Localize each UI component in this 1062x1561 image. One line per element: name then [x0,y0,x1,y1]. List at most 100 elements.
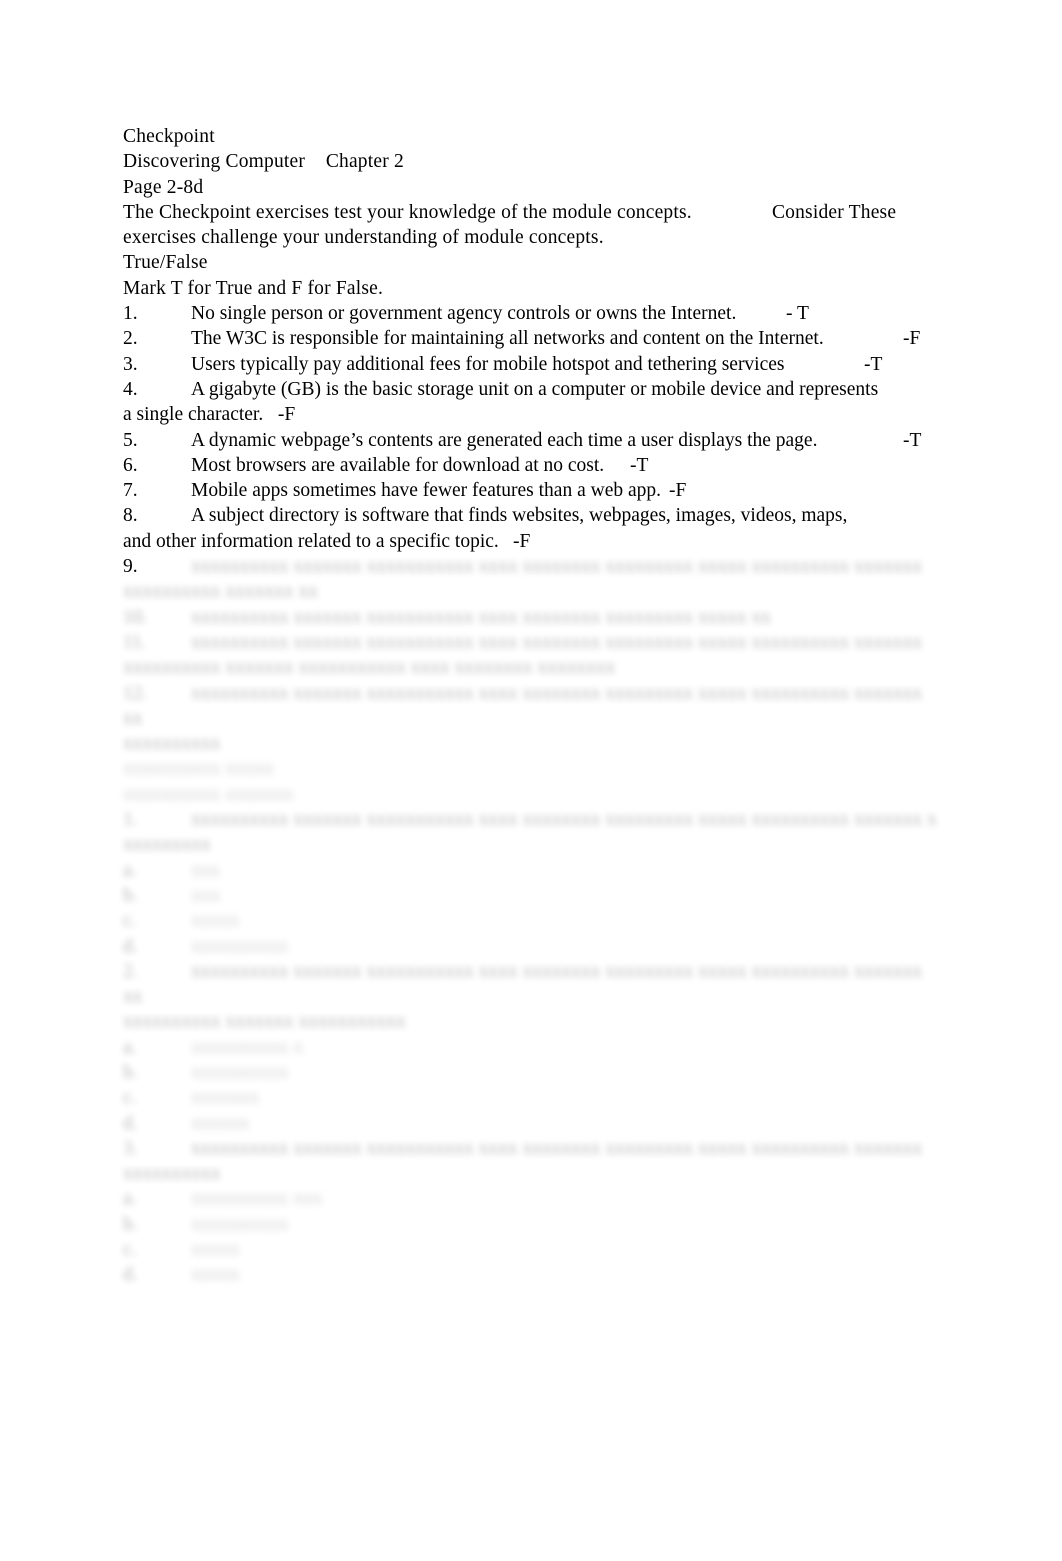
item-number: 5. [123,429,138,451]
obscured-line: d. xxxxxx [123,1111,938,1136]
item-continuation: a single character. -F [123,404,296,426]
obscured-line: c. xxxxx [123,1237,938,1262]
item-number: 2. [123,328,138,350]
obscured-text: xxxxxxxxxx xxxxxxx xxxxxxxxxxx xxxx xxxx… [123,657,616,679]
obscured-text: xxxxxxxxxx xxxxxxx xx [123,581,318,603]
obscured-text: xxxxx [191,1264,240,1286]
obscured-text: xxxxxxxxxx xxxxxxx xxxxxxxxxxx [123,1011,411,1033]
item-statement: A subject directory is software that fin… [191,505,848,527]
obscured-line: xxxxxxxxxx [123,1161,938,1186]
obscured-item-number: b. [123,1061,138,1083]
obscured-text: xxxxxxxxxx [191,1213,289,1235]
item-statement: A gigabyte (GB) is the basic storage uni… [191,378,879,400]
obscured-text: xxxxxxxxxx xxxxx [123,758,275,780]
obscured-item-number: a. [123,859,137,881]
obscured-item-number: d. [123,1264,138,1286]
intro-line-2: exercises challenge your understanding o… [123,227,604,249]
obscured-line: 11. xxxxxxxxxx xxxxxxx xxxxxxxxxxx xxxx x… [123,630,938,655]
obscured-line: c. xxxxxxx [123,1085,938,1110]
item-statement: A dynamic webpage’s contents are generat… [191,429,922,451]
true-false-item: 1. No single person or government agency … [123,301,938,326]
obscured-item-number: b. [123,884,138,906]
obscured-text: xxxxxxxxxx [191,935,294,957]
obscured-text: xxxxxxx [191,1087,260,1109]
obscured-text: xxxxxxxxx [123,834,211,856]
item-statement: The W3C is responsible for maintaining a… [191,328,921,350]
obscured-line: xxxxxxxxxx xxxxx [123,756,938,781]
true-false-item: 6. Most browsers are available for downlo… [123,453,938,478]
obscured-line: b. xxxxxxxxxx [123,1060,938,1085]
item-statement: Users typically pay additional fees for … [191,353,883,375]
obscured-line: xxxxxxxxxx xxxxxxx xxxxxxxxxxx [123,1009,938,1034]
obscured-text: xxxxxxxxxx xxxxxxx [123,783,299,805]
doc-subtitle-chapter: Discovering Computer Chapter 2 [123,151,404,173]
obscured-item-number: 1. [123,809,138,831]
obscured-line: a. xxxxxxxxxx x [123,1035,938,1060]
obscured-line: 2. xxxxxxxxxx xxxxxxx xxxxxxxxxxx xxxx xx… [123,959,938,1010]
document-body: Checkpoint Discovering Computer Chapter … [123,124,938,1288]
obscured-line: d. xxxxxxxxxx [123,934,938,959]
doc-page-reference: Page 2-8d [123,176,204,198]
item-number: 4. [123,378,138,400]
item-number: 6. [123,454,138,476]
obscured-item-number: 2. [123,960,138,982]
obscured-line: a. xxxxxxxxxx xxx [123,1186,938,1211]
obscured-line: xxxxxxxxxx xxxxxxx [123,782,938,807]
obscured-line: d. xxxxx [123,1262,938,1287]
true-false-item: 3. Users typically pay additional fees fo… [123,352,938,377]
true-false-item: 2. The W3C is responsible for maintaining… [123,326,938,351]
obscured-text: xxxxxxxxxx xxxxxxx xxxxxxxxxxx xxxx xxxx… [191,556,928,578]
obscured-line: a. xxx [123,858,938,883]
obscured-line: 1. xxxxxxxxxx xxxxxxx xxxxxxxxxxx xxxx xx… [123,807,938,832]
item-number: 1. [123,303,138,325]
obscured-item-number: 9. [123,556,138,578]
obscured-text: xxxxxxxxxx xxxxxxx xxxxxxxxxxx xxxx xxxx… [191,606,772,628]
obscured-text: xxx [191,884,221,906]
obscured-item-number: c. [123,1087,137,1109]
obscured-line: xxxxxxxxxx xxxxxxx xx [123,579,938,604]
true-false-instruction: Mark T for True and F for False. [123,277,384,299]
obscured-item-number: 3. [123,1137,138,1159]
obscured-text: xxxxxxxxxx [191,1061,289,1083]
obscured-text: xxxxxxxxxx xxx [191,1188,323,1210]
item-number: 3. [123,353,138,375]
obscured-line: 10. xxxxxxxxxx xxxxxxx xxxxxxxxxxx xxxx x… [123,605,938,630]
true-false-item-list: 1. No single person or government agency … [123,301,938,554]
obscured-item-number: c. [123,1239,137,1261]
obscured-item-number: a. [123,1188,137,1210]
item-continuation: and other information related to a speci… [123,530,531,552]
intro-line-1: The Checkpoint exercises test your knowl… [123,201,897,223]
true-false-item: 7. Mobile apps sometimes have fewer featu… [123,478,938,503]
item-number: 7. [123,480,138,502]
obscured-text: xxxxx [191,910,240,932]
obscured-text: xxxxxxxxxx xxxxxxx xxxxxxxxxxx xxxx xxxx… [191,1137,923,1159]
obscured-line: xxxxxxxxxx [123,731,938,756]
item-statement: Most browsers are available for download… [191,454,649,476]
obscured-item-number: d. [123,1112,138,1134]
document-page: Checkpoint Discovering Computer Chapter … [0,0,1062,1561]
obscured-text: xxxxxxxxxx xxxxxxx xxxxxxxxxxx xxxx xxxx… [123,960,928,1008]
item-number: 8. [123,505,138,527]
obscured-line: 9. xxxxxxxxxx xxxxxxx xxxxxxxxxxx xxxx xx… [123,554,938,579]
obscured-item-number: b. [123,1213,138,1235]
obscured-item-number: 10. [123,606,148,628]
item-statement: No single person or government agency co… [191,303,809,325]
obscured-line: b. xxx [123,883,938,908]
obscured-text: xxxxxxxxxx x [191,1036,304,1058]
item-statement: Mobile apps sometimes have fewer feature… [191,480,687,502]
obscured-text: xxxxxxxxxx xxxxxxx xxxxxxxxxxx xxxx xxxx… [191,809,937,831]
obscured-item-number: c. [123,910,137,932]
obscured-text: xxxxxx [191,1112,250,1134]
obscured-text: xxxxxxxxxx xxxxxxx xxxxxxxxxxx xxxx xxxx… [123,682,928,729]
obscured-item-number: 11. [123,631,147,653]
obscured-line: xxxxxxxxx [123,832,938,857]
obscured-item-number: a. [123,1036,137,1058]
obscured-text: xxx [191,859,221,881]
obscured-line: 3. xxxxxxxxxx xxxxxxx xxxxxxxxxxx xxxx xx… [123,1136,938,1161]
obscured-content-region: 9. xxxxxxxxxx xxxxxxx xxxxxxxxxxx xxxx xx… [123,554,938,1288]
obscured-item-number: d. [123,935,138,957]
obscured-text: xxxxxxxxxx [123,1163,226,1185]
true-false-item: 5. A dynamic webpage’s contents are gener… [123,428,938,453]
obscured-line: 12. xxxxxxxxxx xxxxxxx xxxxxxxxxxx xxxx x… [123,681,938,732]
obscured-item-number: 12. [123,682,148,704]
